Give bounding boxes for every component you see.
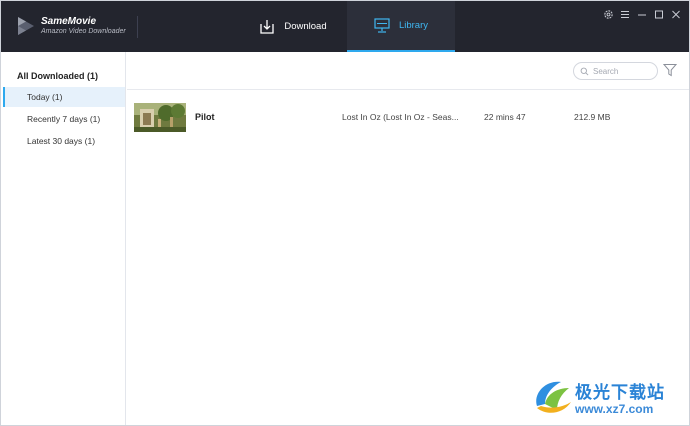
watermark: 极光下载站 www.xz7.com — [531, 374, 686, 422]
tab-library-label: Library — [398, 20, 429, 31]
download-icon — [260, 19, 275, 34]
title-bar: SameMovie Amazon Video Downloader Downlo… — [1, 1, 689, 52]
filter-button[interactable] — [662, 63, 678, 77]
tab-download-label: Download — [284, 21, 327, 32]
maximize-button[interactable] — [652, 7, 666, 21]
sidebar-item-recent-7-days[interactable]: Recently 7 days (1) — [3, 109, 125, 129]
search-box — [573, 62, 658, 80]
brand-subtitle: Amazon Video Downloader — [41, 28, 126, 35]
brand-name: SameMovie — [41, 16, 97, 27]
tab-download[interactable]: Download — [239, 1, 347, 52]
video-duration: 22 mins 47 — [484, 112, 526, 122]
watermark-url: www.xz7.com — [575, 402, 654, 416]
filter-icon — [662, 64, 678, 77]
video-series: Lost In Oz (Lost In Oz - Seas... — [342, 112, 459, 122]
settings-button[interactable] — [601, 7, 615, 21]
gear-icon — [603, 9, 613, 19]
search-icon — [580, 67, 589, 75]
samemovie-logo-icon — [18, 17, 34, 35]
minimize-icon — [638, 14, 646, 15]
sidebar-item-today[interactable]: Today (1) — [3, 87, 125, 107]
minimize-button[interactable] — [635, 7, 649, 21]
sidebar-item-label: Latest 30 days (1) — [27, 136, 96, 146]
app-window: SameMovie Amazon Video Downloader Downlo… — [0, 0, 690, 426]
video-thumbnail — [134, 103, 186, 132]
video-title: Pilot — [195, 112, 215, 122]
toolbar-divider — [127, 89, 689, 90]
video-row[interactable]: Pilot Lost In Oz (Lost In Oz - Seas... 2… — [127, 93, 689, 141]
sidebar-item-latest-30-days[interactable]: Latest 30 days (1) — [3, 131, 125, 151]
sidebar-heading-all-downloaded[interactable]: All Downloaded (1) — [17, 71, 98, 81]
watermark-logo-icon — [536, 381, 571, 413]
sidebar-item-label: Today (1) — [27, 92, 63, 102]
sidebar: All Downloaded (1) Today (1) Recently 7 … — [1, 52, 126, 425]
app-logo: SameMovie Amazon Video Downloader — [15, 13, 139, 41]
close-icon — [672, 10, 680, 18]
watermark-text: 极光下载站 — [575, 383, 665, 403]
tab-library[interactable]: Library — [347, 1, 455, 52]
monitor-icon — [374, 18, 390, 33]
menu-icon — [621, 10, 629, 18]
search-input[interactable] — [593, 66, 655, 76]
maximize-icon — [655, 10, 663, 18]
video-file-size: 212.9 MB — [574, 112, 611, 122]
header-divider — [137, 16, 138, 38]
menu-button[interactable] — [618, 7, 632, 21]
sidebar-item-label: Recently 7 days (1) — [27, 114, 101, 124]
close-button[interactable] — [669, 7, 683, 21]
